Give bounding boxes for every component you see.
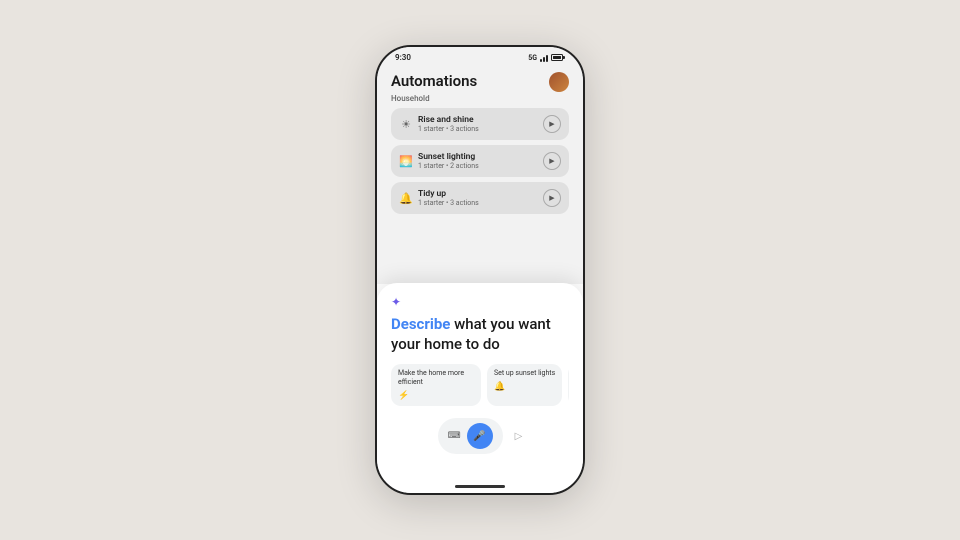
keyboard-icon[interactable]: ⌨ (448, 431, 461, 441)
automation-name: Rise and shine (418, 115, 479, 125)
automation-sub: 1 starter • 3 actions (418, 125, 479, 133)
automation-info: Rise and shine 1 starter • 3 actions (418, 115, 479, 133)
automation-info-sunset: Sunset lighting 1 starter • 2 actions (418, 152, 479, 170)
automation-item-rise[interactable]: ☀ Rise and shine 1 starter • 3 actions ▶ (391, 108, 569, 140)
send-button[interactable]: ▷ (515, 431, 523, 442)
automation-item-tidy[interactable]: 🔔 Tidy up 1 starter • 3 actions ▶ (391, 182, 569, 214)
automation-name-tidy: Tidy up (418, 189, 479, 199)
input-group[interactable]: ⌨ 🎤 (438, 418, 503, 454)
tidy-icon: 🔔 (399, 191, 413, 205)
automation-left-tidy: 🔔 Tidy up 1 starter • 3 actions (399, 189, 479, 207)
play-button-rise[interactable]: ▶ (543, 115, 561, 133)
network-label: 5G (528, 54, 537, 62)
phone-frame: 9:30 5G Automations Household ☀ (375, 45, 585, 495)
home-indicator (455, 485, 505, 488)
play-button-tidy[interactable]: ▶ (543, 189, 561, 207)
automation-sub-sunset: 1 starter • 2 actions (418, 162, 479, 170)
chip-efficient-icon: ⚡ (398, 391, 474, 401)
status-right: 5G (528, 54, 565, 62)
play-button-sunset[interactable]: ▶ (543, 152, 561, 170)
automations-screen: Automations Household ☀ Rise and shine 1… (377, 64, 583, 284)
describe-highlight: Describe (391, 315, 450, 333)
chip-sunset-icon: 🔔 (494, 382, 555, 392)
automation-left-sunset: 🌅 Sunset lighting 1 starter • 2 actions (399, 152, 479, 170)
ai-sparkle-icon: ✦ (391, 295, 569, 309)
automation-left: ☀ Rise and shine 1 starter • 3 actions (399, 115, 479, 133)
section-label: Household (391, 94, 569, 103)
automation-sub-tidy: 1 starter • 3 actions (418, 199, 479, 207)
time-display: 9:30 (395, 53, 411, 62)
sunset-icon: 🌅 (399, 154, 413, 168)
mic-button[interactable]: 🎤 (467, 423, 493, 449)
chip-sunset[interactable]: Set up sunset lights 🔔 (487, 364, 562, 406)
signal-icon (540, 54, 548, 62)
status-bar: 9:30 5G (377, 47, 583, 64)
describe-text: Describe what you want your home to do (391, 315, 569, 354)
automation-name-sunset: Sunset lighting (418, 152, 479, 162)
mic-icon: 🎤 (473, 431, 485, 442)
automation-info-tidy: Tidy up 1 starter • 3 actions (418, 189, 479, 207)
chips-row: Make the home more efficient ⚡ Set up su… (391, 364, 569, 406)
chip-play-partial[interactable]: Play... (568, 364, 569, 406)
avatar (549, 72, 569, 92)
automation-item-sunset[interactable]: 🌅 Sunset lighting 1 starter • 2 actions … (391, 145, 569, 177)
chip-efficient-text: Make the home more efficient (398, 369, 474, 387)
bottom-sheet: ✦ Describe what you want your home to do… (377, 283, 583, 493)
chip-sunset-text: Set up sunset lights (494, 369, 555, 378)
chip-efficient[interactable]: Make the home more efficient ⚡ (391, 364, 481, 406)
bottom-toolbar: ⌨ 🎤 ▷ (391, 416, 569, 454)
battery-icon (551, 54, 565, 61)
rise-icon: ☀ (399, 117, 413, 131)
app-title: Automations (391, 72, 477, 90)
